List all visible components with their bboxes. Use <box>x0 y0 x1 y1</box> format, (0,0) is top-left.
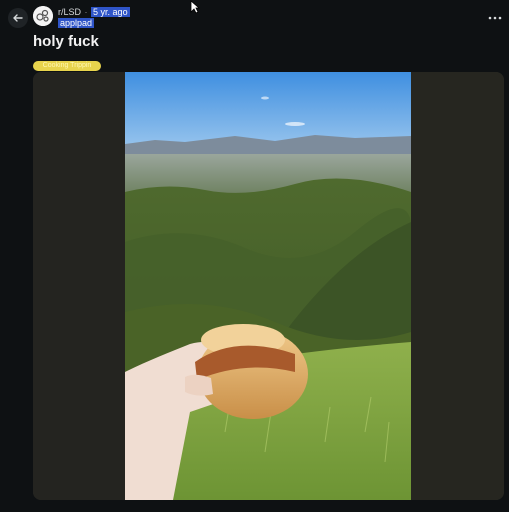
more-horizontal-icon <box>488 16 502 20</box>
arrow-left-icon <box>13 14 23 22</box>
post-header: r/LSD · 5 yr. ago applpad <box>0 0 509 30</box>
post-meta: r/LSD · 5 yr. ago applpad <box>58 7 130 28</box>
meta-separator: · <box>84 7 88 17</box>
subreddit-avatar[interactable] <box>33 6 53 26</box>
post-image <box>125 72 411 500</box>
post-flair[interactable]: Cooking Trippin <box>33 61 101 71</box>
username-link[interactable]: applpad <box>58 18 95 28</box>
post-media[interactable] <box>33 72 504 500</box>
post-title: holy fuck <box>33 33 99 50</box>
more-options-button[interactable] <box>487 10 503 20</box>
media-letterbox-left <box>33 72 125 500</box>
post-age: 5 yr. ago <box>91 7 130 17</box>
subreddit-link[interactable]: r/LSD <box>58 7 81 17</box>
media-letterbox-right <box>411 72 504 500</box>
subreddit-avatar-icon <box>33 6 53 26</box>
mouse-pointer-icon <box>190 0 200 14</box>
back-button[interactable] <box>8 8 28 28</box>
